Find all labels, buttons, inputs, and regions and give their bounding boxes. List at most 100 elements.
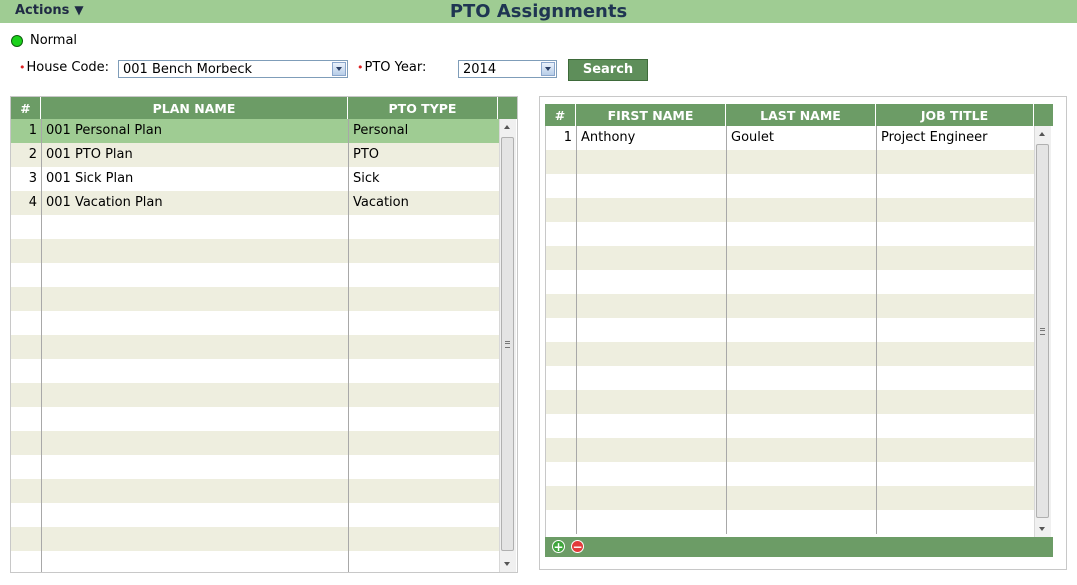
pto-year-select[interactable]: 2014 — [458, 60, 557, 78]
required-marker: • — [19, 61, 26, 74]
plans-grid-header: # PLAN NAME PTO TYPE — [11, 97, 517, 119]
table-cell-plan-name: 001 Sick Plan — [46, 171, 134, 186]
table-row[interactable] — [11, 551, 499, 572]
table-cell-plan-name: 001 Vacation Plan — [46, 195, 163, 210]
table-row[interactable] — [11, 335, 499, 359]
plans-grid: # PLAN NAME PTO TYPE 1 001 Personal Plan P… — [10, 96, 518, 573]
house-code-label: •House Code: — [19, 60, 109, 75]
plans-scrollbar[interactable] — [499, 119, 516, 572]
table-row[interactable] — [546, 294, 1035, 318]
scrollbar-thumb[interactable] — [501, 137, 514, 551]
scroll-down-icon[interactable] — [504, 562, 510, 566]
table-row[interactable] — [11, 359, 499, 383]
plans-grid-body: 1 001 Personal Plan Personal 2 001 PTO Plan P… — [11, 119, 499, 572]
table-row[interactable] — [11, 215, 499, 239]
table-row[interactable] — [546, 150, 1035, 174]
house-code-label-text: House Code: — [26, 60, 110, 75]
table-row[interactable] — [11, 311, 499, 335]
scrollbar-thumb[interactable] — [1036, 144, 1049, 518]
table-row[interactable] — [546, 270, 1035, 294]
grip-icon — [1040, 328, 1045, 335]
column-header-first-name[interactable]: FIRST NAME — [576, 104, 726, 126]
table-row[interactable] — [546, 342, 1035, 366]
table-row[interactable] — [546, 318, 1035, 342]
table-row[interactable] — [546, 390, 1035, 414]
table-cell-num: 4 — [28, 195, 37, 210]
pto-year-value: 2014 — [463, 62, 497, 77]
employees-grid-header: # FIRST NAME LAST NAME JOB TITLE — [545, 104, 1053, 126]
table-row[interactable] — [11, 407, 499, 431]
table-row[interactable]: 4 001 Vacation Plan Vacation — [11, 191, 499, 215]
column-divider — [576, 126, 577, 534]
table-cell-pto-type: PTO — [353, 147, 380, 162]
title-bar: Actions ▼ PTO Assignments — [0, 0, 1077, 23]
column-header-job-title[interactable]: JOB TITLE — [876, 104, 1034, 126]
column-header-num[interactable]: # — [11, 97, 41, 119]
table-row[interactable] — [11, 239, 499, 263]
table-row[interactable] — [546, 366, 1035, 390]
table-cell-job-title: Project Engineer — [881, 130, 988, 145]
table-cell-plan-name: 001 Personal Plan — [46, 123, 162, 138]
table-row[interactable] — [546, 246, 1035, 270]
table-row[interactable] — [546, 222, 1035, 246]
table-row[interactable]: 1 001 Personal Plan Personal — [11, 119, 499, 143]
house-code-select[interactable]: 001 Bench Morbeck — [118, 60, 348, 78]
table-row[interactable] — [546, 438, 1035, 462]
remove-icon[interactable]: − — [571, 540, 584, 554]
search-button[interactable]: Search — [568, 59, 648, 81]
table-row[interactable] — [11, 287, 499, 311]
table-cell-num: 1 — [563, 130, 572, 145]
table-cell-pto-type: Personal — [353, 123, 409, 138]
pto-year-label: •PTO Year: — [357, 60, 426, 75]
table-row[interactable] — [11, 263, 499, 287]
dropdown-arrow-icon[interactable] — [541, 62, 555, 76]
table-cell-first-name: Anthony — [581, 130, 636, 145]
column-divider — [41, 119, 42, 572]
house-code-value: 001 Bench Morbeck — [123, 62, 253, 77]
column-header-last-name[interactable]: LAST NAME — [726, 104, 876, 126]
column-header-plan-name[interactable]: PLAN NAME — [41, 97, 348, 119]
status-dot-icon — [11, 34, 23, 47]
table-row[interactable] — [546, 414, 1035, 438]
table-row[interactable]: 1 Anthony Goulet Project Engineer — [546, 126, 1035, 150]
table-row[interactable] — [546, 486, 1035, 510]
employees-scrollbar[interactable] — [1034, 126, 1051, 537]
column-divider — [726, 126, 727, 534]
table-row[interactable] — [11, 383, 499, 407]
table-cell-num: 2 — [28, 147, 37, 162]
scroll-down-icon[interactable] — [1039, 527, 1045, 531]
table-row[interactable]: 2 001 PTO Plan PTO — [11, 143, 499, 167]
employees-grid-footer: + − — [545, 537, 1053, 557]
table-row[interactable] — [546, 174, 1035, 198]
table-row[interactable] — [11, 527, 499, 551]
column-header-pto-type[interactable]: PTO TYPE — [348, 97, 498, 119]
add-icon[interactable]: + — [552, 540, 565, 554]
table-row[interactable] — [11, 455, 499, 479]
table-row[interactable] — [546, 462, 1035, 486]
table-cell-pto-type: Vacation — [353, 195, 409, 210]
required-marker: • — [357, 61, 364, 74]
table-row[interactable] — [11, 479, 499, 503]
table-cell-pto-type: Sick — [353, 171, 380, 186]
pto-year-label-text: PTO Year: — [364, 60, 427, 75]
grip-icon — [505, 341, 510, 348]
employees-grid: # FIRST NAME LAST NAME JOB TITLE 1 Anthon… — [545, 104, 1053, 537]
status-indicator: Normal — [11, 33, 77, 48]
column-divider — [348, 119, 349, 572]
status-label: Normal — [30, 33, 78, 48]
dropdown-arrow-icon[interactable] — [332, 62, 346, 76]
column-divider — [876, 126, 877, 534]
table-cell-num: 3 — [28, 171, 37, 186]
employees-grid-body: 1 Anthony Goulet Project Engineer — [545, 126, 1035, 537]
table-row[interactable] — [11, 503, 499, 527]
table-cell-last-name: Goulet — [731, 130, 774, 145]
scroll-up-icon[interactable] — [1039, 132, 1045, 136]
scroll-up-icon[interactable] — [504, 125, 510, 129]
table-row[interactable] — [11, 431, 499, 455]
table-row[interactable] — [546, 510, 1035, 534]
table-cell-num: 1 — [28, 123, 37, 138]
table-row[interactable] — [546, 198, 1035, 222]
page-title: PTO Assignments — [449, 1, 628, 22]
table-row[interactable]: 3 001 Sick Plan Sick — [11, 167, 499, 191]
column-header-num[interactable]: # — [545, 104, 576, 126]
